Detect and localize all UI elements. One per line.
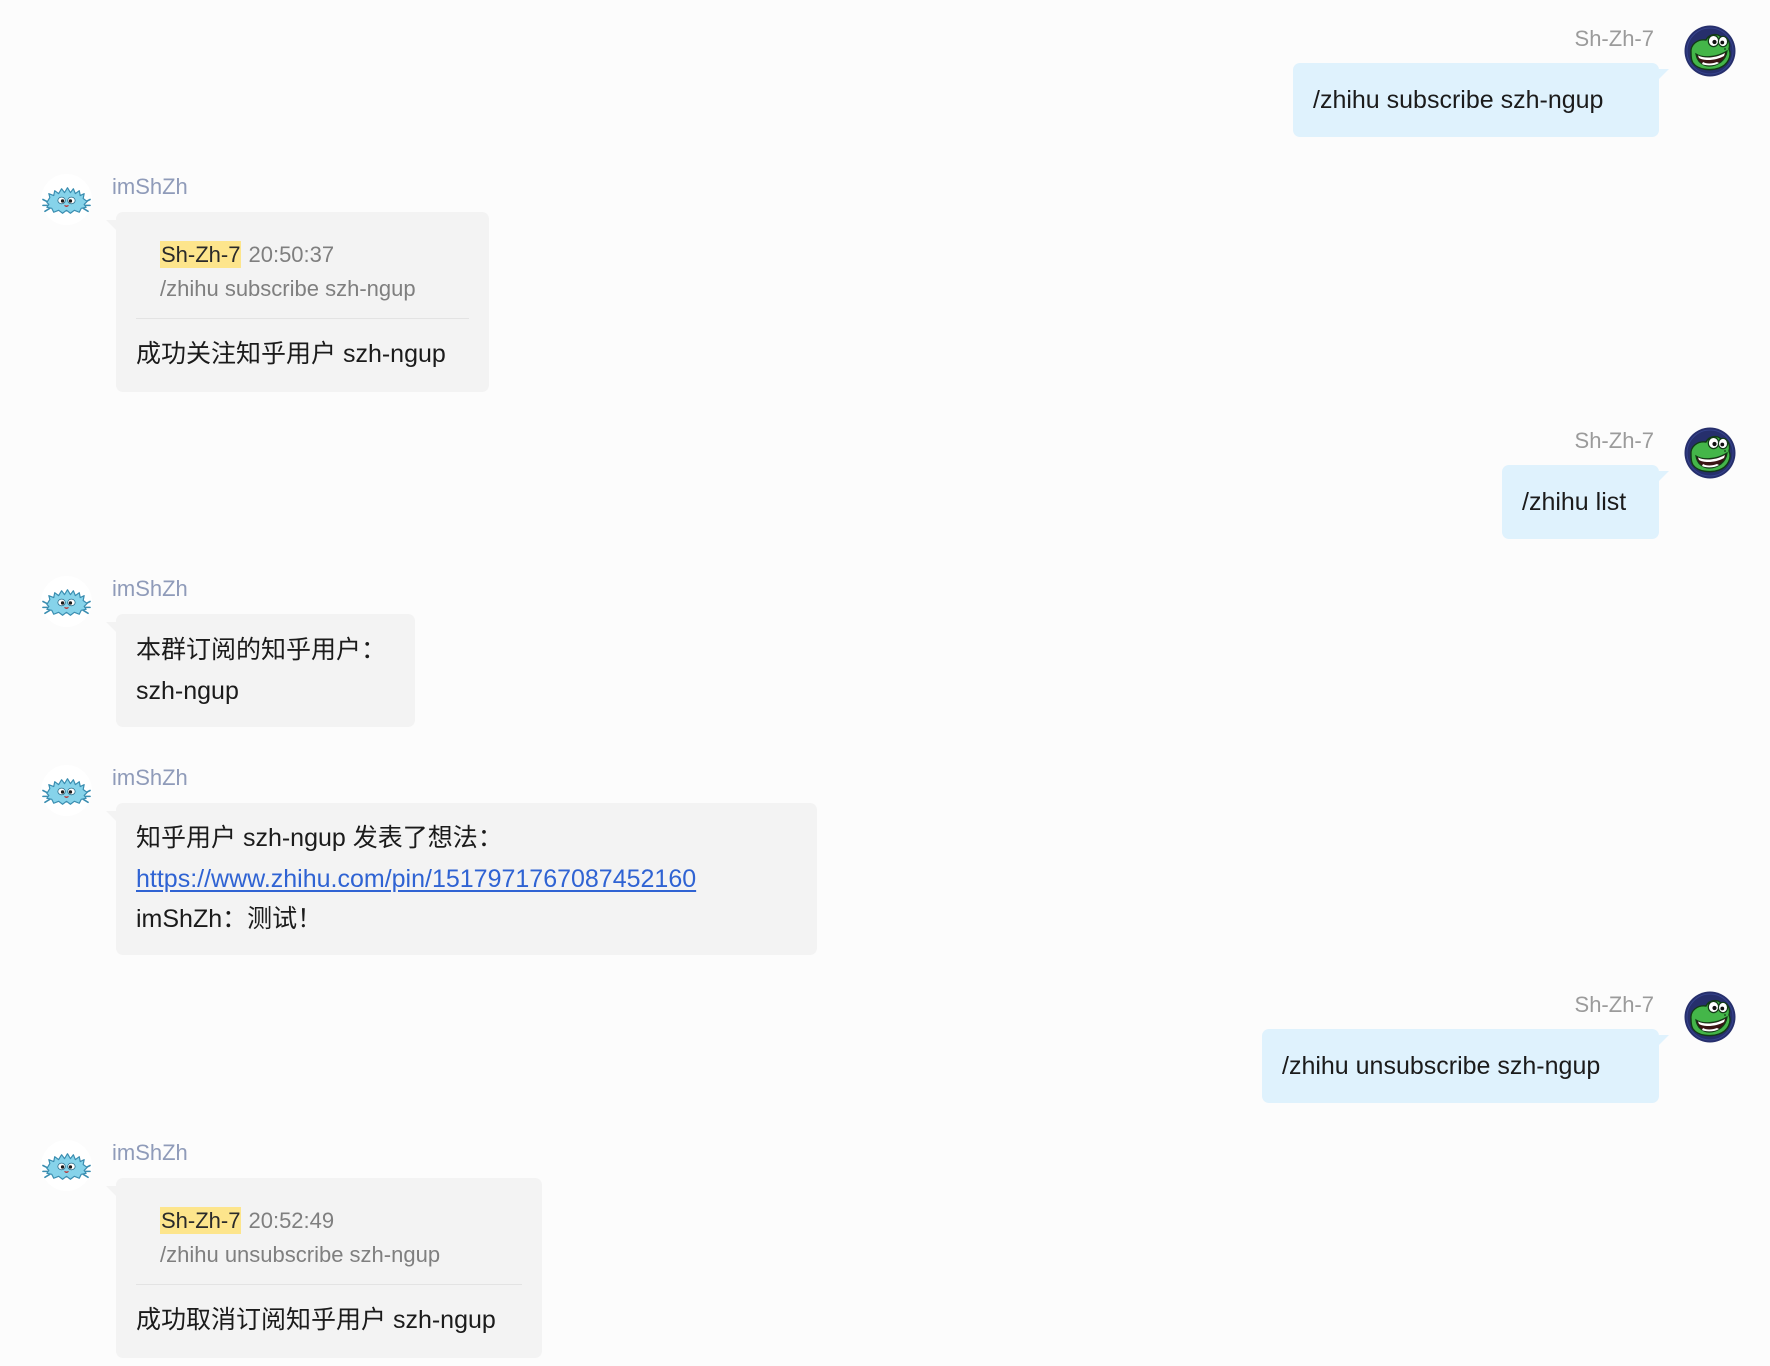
message-line: imShZh：测试！ xyxy=(136,905,323,934)
blue-crab-avatar-icon xyxy=(40,173,93,226)
message-bubble: Sh-Zh-7 20:52:49 /zhihu unsubscribe szh-n… xyxy=(106,1178,542,1358)
message-bubble: /zhihu list xyxy=(1502,465,1669,539)
message-row-incoming: imShZh 本群订阅的知乎用户： szh-ngup xyxy=(0,575,1770,728)
chat-window: Sh-Zh-7 /zhihu subscribe szh-ngup imShZh… xyxy=(0,0,1770,1366)
quote-divider xyxy=(136,1284,522,1285)
blue-crab-avatar-icon xyxy=(40,1139,93,1192)
blue-crab-avatar-icon xyxy=(40,764,93,817)
message-line: 本群订阅的知乎用户： xyxy=(136,636,387,664)
message-line: 知乎用户 szh-ngup 发表了想法： xyxy=(136,824,503,852)
blue-crab-avatar-graphic xyxy=(40,575,93,628)
message-text: /zhihu unsubscribe szh-ngup xyxy=(1282,1052,1601,1080)
message-body: 本群订阅的知乎用户： szh-ngup xyxy=(136,614,395,727)
quote-text: /zhihu subscribe szh-ngup xyxy=(160,276,416,301)
message-bubble: /zhihu unsubscribe szh-ngup xyxy=(1262,1029,1669,1103)
quote-time: 20:50:37 xyxy=(248,242,335,267)
zhihu-pin-link[interactable]: https://www.zhihu.com/pin/15179717670874… xyxy=(136,865,696,893)
quote-time: 20:52:49 xyxy=(248,1208,335,1233)
message-text: 成功取消订阅知乎用户 szh-ngup xyxy=(136,1306,496,1334)
blue-crab-avatar-graphic xyxy=(40,764,93,817)
message-row-outgoing: Sh-Zh-7 /zhihu list xyxy=(0,427,1770,539)
message-bubble: 本群订阅的知乎用户： szh-ngup xyxy=(106,614,415,728)
sender-name: imShZh xyxy=(112,765,188,790)
quote-header: Sh-Zh-7 20:52:49 xyxy=(160,1204,522,1238)
message-line-link: https://www.zhihu.com/pin/15179717670874… xyxy=(136,859,797,900)
frog-avatar-icon xyxy=(1684,991,1736,1043)
frog-avatar-icon xyxy=(1684,25,1736,77)
quoted-message[interactable]: Sh-Zh-7 20:50:37 /zhihu subscribe szh-ngu… xyxy=(136,212,469,306)
sender-name: Sh-Zh-7 xyxy=(1574,992,1654,1017)
message-line: szh-ngup xyxy=(136,676,239,705)
message-row-outgoing: Sh-Zh-7 /zhihu subscribe szh-ngup xyxy=(0,25,1770,137)
message-row-incoming: imShZh Sh-Zh-7 20:50:37 /zhihu subscribe … xyxy=(0,173,1770,392)
sender-name: imShZh xyxy=(112,174,188,199)
message-bubble: 知乎用户 szh-ngup 发表了想法： https://www.zhihu.c… xyxy=(106,803,817,955)
message-text: 成功关注知乎用户 szh-ngup xyxy=(136,340,446,368)
message-row-incoming: imShZh 知乎用户 szh-ngup 发表了想法： https://www.… xyxy=(0,764,1770,955)
frog-avatar-graphic xyxy=(1684,25,1736,77)
message-row-outgoing: Sh-Zh-7 /zhihu unsubscribe szh-ngup xyxy=(0,991,1770,1103)
message-body: 知乎用户 szh-ngup 发表了想法： https://www.zhihu.c… xyxy=(136,803,797,955)
blue-crab-avatar-graphic xyxy=(40,1139,93,1192)
message-row-incoming: imShZh Sh-Zh-7 20:52:49 /zhihu unsubscrib… xyxy=(0,1139,1770,1358)
message-bubble: Sh-Zh-7 20:50:37 /zhihu subscribe szh-ngu… xyxy=(106,212,489,392)
frog-avatar-icon xyxy=(1684,427,1736,479)
quote-divider xyxy=(136,318,469,319)
quote-text: /zhihu unsubscribe szh-ngup xyxy=(160,1242,441,1267)
message-bubble: /zhihu subscribe szh-ngup xyxy=(1293,63,1669,137)
frog-avatar-graphic xyxy=(1684,991,1736,1043)
blue-crab-avatar-graphic xyxy=(40,173,93,226)
sender-name: imShZh xyxy=(112,576,188,601)
blue-crab-avatar-icon xyxy=(40,575,93,628)
message-text: /zhihu subscribe szh-ngup xyxy=(1313,86,1604,114)
quote-sender: Sh-Zh-7 xyxy=(160,241,242,268)
sender-name: Sh-Zh-7 xyxy=(1574,428,1654,453)
quote-header: Sh-Zh-7 20:50:37 xyxy=(160,238,469,272)
message-text: /zhihu list xyxy=(1522,488,1627,516)
quoted-message[interactable]: Sh-Zh-7 20:52:49 /zhihu unsubscribe szh-n… xyxy=(136,1178,522,1272)
quote-sender: Sh-Zh-7 xyxy=(160,1207,242,1234)
sender-name: Sh-Zh-7 xyxy=(1574,26,1654,51)
sender-name: imShZh xyxy=(112,1140,188,1165)
frog-avatar-graphic xyxy=(1684,427,1736,479)
